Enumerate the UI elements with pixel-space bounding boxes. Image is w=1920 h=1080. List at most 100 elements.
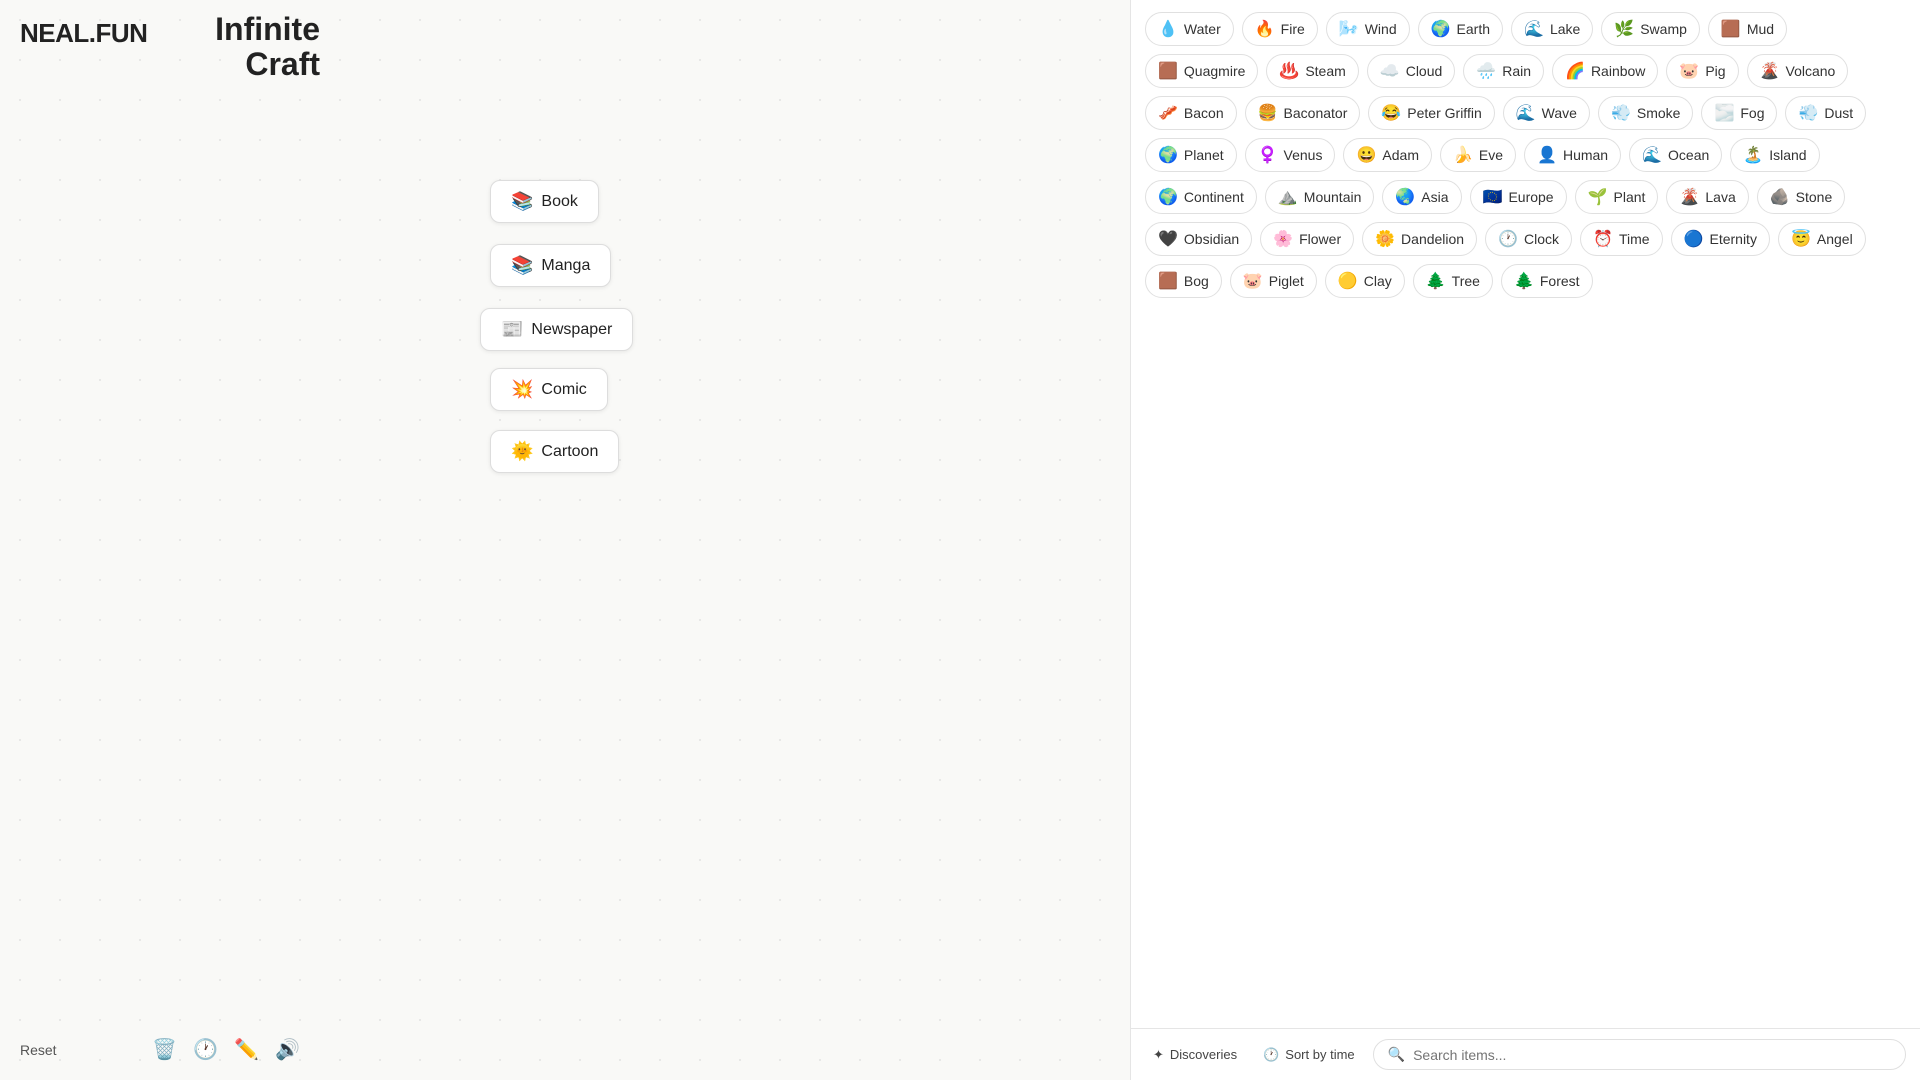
craft-node-newspaper[interactable]: 📰Newspaper (480, 308, 633, 351)
item-chip-forest[interactable]: 🌲Forest (1501, 264, 1593, 298)
item-chip-rainbow[interactable]: 🌈Rainbow (1552, 54, 1658, 88)
item-chip-swamp[interactable]: 🌿Swamp (1601, 12, 1700, 46)
item-label-island: Island (1769, 147, 1806, 163)
sound-icon[interactable]: 🔊 (275, 1037, 300, 1062)
item-chip-wind[interactable]: 🌬️Wind (1326, 12, 1410, 46)
item-chip-clock[interactable]: 🕐 Clock (1485, 222, 1572, 256)
item-chip-baconator[interactable]: 🍔Baconator (1245, 96, 1361, 130)
item-chip-fire[interactable]: 🔥Fire (1242, 12, 1318, 46)
bottom-toolbar: Reset 🗑️ 🕐 ✏️ 🔊 (0, 1037, 320, 1062)
node-label-manga: Manga (541, 257, 590, 275)
item-label-lake: Lake (1550, 21, 1580, 37)
item-emoji-adam: 😀 (1356, 145, 1376, 165)
item-chip-angel[interactable]: 😇Angel (1778, 222, 1866, 256)
sort-button[interactable]: 🕐 Sort by time (1255, 1043, 1363, 1067)
item-emoji-fog: 🌫️ (1714, 103, 1734, 123)
node-emoji-manga: 📚 (511, 255, 533, 276)
item-emoji-dust: 💨 (1798, 103, 1818, 123)
item-chip-piglet[interactable]: 🐷Piglet (1230, 264, 1317, 298)
item-chip-smoke[interactable]: 💨 Smoke (1598, 96, 1694, 130)
item-chip-lake[interactable]: 🌊Lake (1511, 12, 1593, 46)
item-chip-dust[interactable]: 💨 Dust (1785, 96, 1866, 130)
item-label-clock: Clock (1524, 231, 1559, 247)
item-label-dandelion: Dandelion (1401, 231, 1464, 247)
item-chip-eve[interactable]: 🍌Eve (1440, 138, 1516, 172)
item-emoji-planet: 🌍 (1158, 145, 1178, 165)
item-chip-obsidian[interactable]: 🖤Obsidian (1145, 222, 1252, 256)
edit-icon[interactable]: ✏️ (234, 1037, 259, 1062)
item-chip-quagmire[interactable]: 🟫Quagmire (1145, 54, 1258, 88)
sort-icon: 🕐 (1263, 1047, 1279, 1063)
history-icon[interactable]: 🕐 (193, 1037, 218, 1062)
item-chip-flower[interactable]: 🌸Flower (1260, 222, 1354, 256)
item-chip-adam[interactable]: 😀Adam (1343, 138, 1432, 172)
item-chip-eternity[interactable]: 🔵Eternity (1671, 222, 1770, 256)
item-chip-continent[interactable]: 🌍Continent (1145, 180, 1257, 214)
item-emoji-bacon: 🥓 (1158, 103, 1178, 123)
craft-node-cartoon[interactable]: 🌞Cartoon (490, 430, 619, 473)
item-emoji-baconator: 🍔 (1258, 103, 1278, 123)
item-chip-earth[interactable]: 🌍Earth (1418, 12, 1503, 46)
item-chip-cloud[interactable]: ☁️Cloud (1367, 54, 1456, 88)
item-chip-peter_griffin[interactable]: 😂Peter Griffin (1368, 96, 1494, 130)
item-chip-human[interactable]: 👤Human (1524, 138, 1621, 172)
craft-node-book[interactable]: 📚Book (490, 180, 599, 223)
search-box: 🔍 (1373, 1039, 1906, 1070)
item-chip-asia[interactable]: 🌏Asia (1382, 180, 1461, 214)
item-label-rainbow: Rainbow (1591, 63, 1645, 79)
item-label-fog: Fog (1740, 105, 1764, 121)
craft-node-manga[interactable]: 📚 Manga (490, 244, 611, 287)
discoveries-button[interactable]: ✦ Discoveries (1145, 1043, 1245, 1067)
item-chip-tree[interactable]: 🌲Tree (1413, 264, 1493, 298)
node-emoji-newspaper: 📰 (501, 319, 523, 340)
item-emoji-peter_griffin: 😂 (1381, 103, 1401, 123)
item-chip-venus[interactable]: ♀️Venus (1245, 138, 1336, 172)
item-chip-mud[interactable]: 🟫Mud (1708, 12, 1787, 46)
item-chip-steam[interactable]: ♨️Steam (1266, 54, 1358, 88)
item-emoji-continent: 🌍 (1158, 187, 1178, 207)
item-chip-lava[interactable]: 🌋Lava (1666, 180, 1748, 214)
reset-button[interactable]: Reset (20, 1042, 57, 1058)
item-chip-bacon[interactable]: 🥓Bacon (1145, 96, 1237, 130)
item-label-quagmire: Quagmire (1184, 63, 1245, 79)
item-chip-volcano[interactable]: 🌋Volcano (1747, 54, 1849, 88)
item-label-ocean: Ocean (1668, 147, 1709, 163)
item-chip-clay[interactable]: 🟡Clay (1325, 264, 1405, 298)
item-emoji-stone: 🪨 (1770, 187, 1790, 207)
item-chip-time[interactable]: ⏰ Time (1580, 222, 1663, 256)
item-chip-fog[interactable]: 🌫️ Fog (1701, 96, 1777, 130)
item-emoji-obsidian: 🖤 (1158, 229, 1178, 249)
item-chip-planet[interactable]: 🌍Planet (1145, 138, 1237, 172)
item-chip-mountain[interactable]: ⛰️Mountain (1265, 180, 1375, 214)
item-chip-plant[interactable]: 🌱Plant (1575, 180, 1659, 214)
item-chip-stone[interactable]: 🪨Stone (1757, 180, 1846, 214)
item-chip-pig[interactable]: 🐷Pig (1666, 54, 1738, 88)
trash-icon[interactable]: 🗑️ (152, 1037, 177, 1062)
node-emoji-cartoon: 🌞 (511, 441, 533, 462)
item-emoji-time: ⏰ (1593, 229, 1613, 249)
item-label-angel: Angel (1817, 231, 1853, 247)
item-label-time: Time (1619, 231, 1650, 247)
item-label-lava: Lava (1705, 189, 1735, 205)
item-emoji-forest: 🌲 (1514, 271, 1534, 291)
item-emoji-asia: 🌏 (1395, 187, 1415, 207)
craft-node-comic[interactable]: 💥Comic (490, 368, 608, 411)
craft-canvas[interactable]: NEAL.FUN InfiniteCraft Reset 🗑️ 🕐 ✏️ 🔊 📚… (0, 0, 1130, 1080)
item-chip-bog[interactable]: 🟫Bog (1145, 264, 1222, 298)
item-chip-wave[interactable]: 🌊Wave (1503, 96, 1590, 130)
item-chip-ocean[interactable]: 🌊Ocean (1629, 138, 1722, 172)
item-chip-water[interactable]: 💧Water (1145, 12, 1234, 46)
node-emoji-book: 📚 (511, 191, 533, 212)
item-chip-rain[interactable]: 🌧️Rain (1463, 54, 1544, 88)
items-grid: 💧Water🔥Fire🌬️Wind🌍Earth🌊Lake🌿Swamp🟫Mud🟫Q… (1131, 0, 1920, 1028)
item-label-dust: Dust (1824, 105, 1853, 121)
item-chip-island[interactable]: 🏝️Island (1730, 138, 1819, 172)
item-chip-dandelion[interactable]: 🌼Dandelion (1362, 222, 1477, 256)
item-label-smoke: Smoke (1637, 105, 1681, 121)
item-chip-europe[interactable]: 🇪🇺Europe (1470, 180, 1567, 214)
search-input[interactable] (1413, 1047, 1891, 1063)
item-emoji-clock: 🕐 (1498, 229, 1518, 249)
item-emoji-smoke: 💨 (1611, 103, 1631, 123)
item-emoji-wave: 🌊 (1516, 103, 1536, 123)
item-emoji-eve: 🍌 (1453, 145, 1473, 165)
